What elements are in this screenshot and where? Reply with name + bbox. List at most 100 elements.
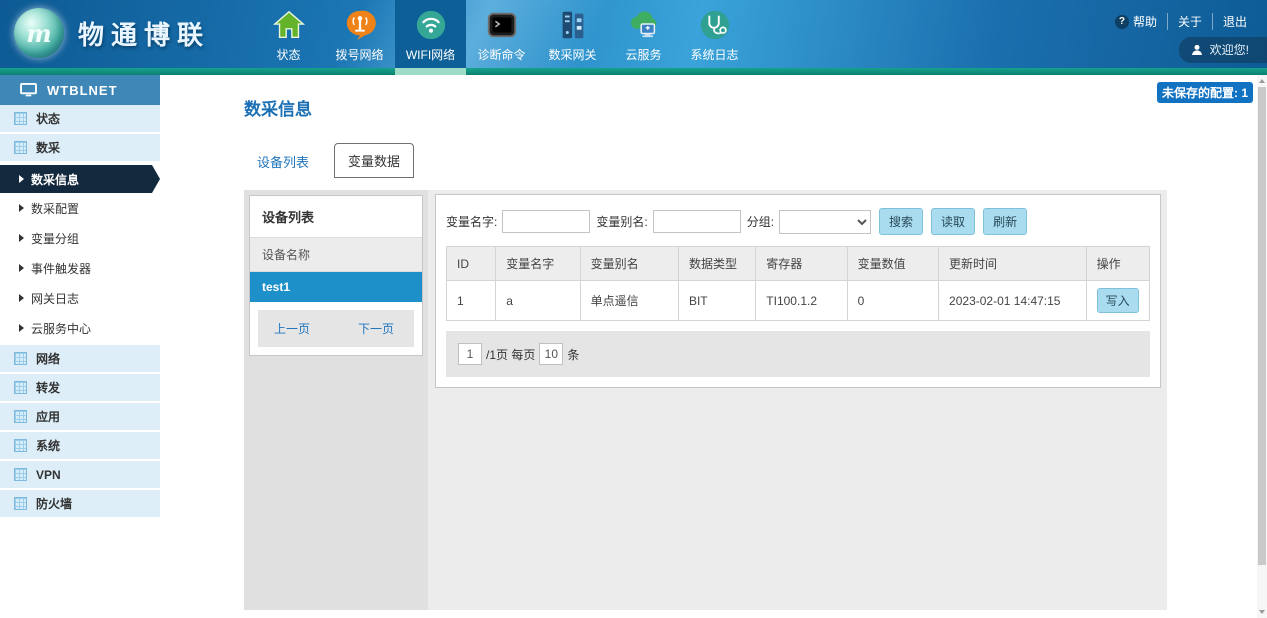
page-title: 数采信息 [244, 95, 1267, 120]
submenu-item-cloud-center[interactable]: 云服务中心 [0, 313, 160, 343]
nav-data-gateway[interactable]: 数采网关 [537, 0, 608, 68]
welcome-user-pill[interactable]: 欢迎您! [1179, 37, 1267, 63]
submenu-item-event-trigger[interactable]: 事件触发器 [0, 253, 160, 283]
sidebar-item-application[interactable]: 应用 [0, 403, 160, 430]
nav-cloud-service[interactable]: 云服务 [608, 0, 679, 68]
variable-alias-label: 变量别名: [596, 213, 647, 230]
sidebar-item-data-acquisition[interactable]: 数采 [0, 134, 160, 161]
sidebar-item-label: 应用 [36, 408, 60, 425]
help-label: 帮助 [1133, 13, 1157, 30]
device-list-panel: 设备列表 设备名称 test1 上一页 下一页 [249, 195, 423, 356]
unsaved-config-badge: 未保存的配置: 1 [1157, 82, 1253, 103]
sidebar-item-label: VPN [36, 468, 61, 482]
submenu-item-data-info[interactable]: 数采信息 [0, 165, 160, 193]
logout-link[interactable]: 退出 [1212, 13, 1257, 30]
submenu-item-label: 云服务中心 [31, 320, 91, 337]
sidebar-item-label: 系统 [36, 437, 60, 454]
question-icon: ? [1115, 15, 1129, 29]
search-button[interactable]: 搜索 [879, 208, 923, 235]
scroll-down-icon[interactable] [1259, 610, 1265, 614]
sidebar: WTBLNET 状态 数采 数采信息 数采配置 变量分组 [0, 75, 160, 618]
scroll-up-icon[interactable] [1259, 79, 1265, 83]
col-variable-name: 变量名字 [496, 247, 580, 281]
user-icon [1191, 44, 1203, 56]
write-button[interactable]: 写入 [1097, 288, 1139, 313]
about-link[interactable]: 关于 [1167, 13, 1212, 30]
device-name-column-header: 设备名称 [250, 238, 422, 272]
wifi-icon [413, 7, 449, 43]
submenu-item-data-config[interactable]: 数采配置 [0, 193, 160, 223]
arrow-right-icon [19, 204, 24, 212]
read-button[interactable]: 读取 [931, 208, 975, 235]
cell-action: 写入 [1086, 281, 1149, 321]
main-nav: 状态 拨号网络 [253, 0, 750, 68]
sidebar-title-label: WTBLNET [47, 83, 118, 98]
sidebar-item-label: 网络 [36, 350, 60, 367]
group-select[interactable] [779, 210, 871, 234]
grid-icon [14, 381, 27, 394]
tab-content: 设备列表 设备名称 test1 上一页 下一页 变量名字: 变量别名: [244, 190, 1167, 610]
scrollbar-thumb[interactable] [1258, 87, 1266, 565]
refresh-button[interactable]: 刷新 [983, 208, 1027, 235]
nav-label: 拨号网络 [335, 46, 383, 63]
variable-alias-input[interactable] [653, 210, 741, 233]
cell-data-type: BIT [678, 281, 755, 321]
logo-globe-icon: m [14, 8, 64, 58]
tab-device-list[interactable]: 设备列表 [244, 145, 322, 178]
dial-network-icon [342, 7, 378, 43]
page-size-input[interactable] [539, 343, 563, 365]
device-panel-title: 设备列表 [250, 196, 422, 238]
grid-icon [14, 468, 27, 481]
submenu-item-label: 变量分组 [31, 230, 79, 247]
next-page-link[interactable]: 下一页 [352, 320, 400, 337]
sidebar-item-forwarding[interactable]: 转发 [0, 374, 160, 401]
grid-icon [14, 352, 27, 365]
grid-icon [14, 497, 27, 510]
nav-status[interactable]: 状态 [253, 0, 324, 68]
nav-system-log[interactable]: 系统日志 [679, 0, 750, 68]
cell-variable-alias: 单点遥信 [580, 281, 678, 321]
nav-label: 诊断命令 [477, 46, 525, 63]
device-row-test1[interactable]: test1 [250, 272, 422, 302]
main-content: 未保存的配置: 1 数采信息 设备列表 变量数据 设备列表 设备名称 test1… [160, 75, 1267, 618]
arrow-right-icon [19, 175, 24, 183]
welcome-label: 欢迎您! [1210, 41, 1249, 58]
arrow-right-icon [19, 264, 24, 272]
submenu-item-gateway-log[interactable]: 网关日志 [0, 283, 160, 313]
stethoscope-icon [697, 7, 733, 43]
variable-name-input[interactable] [502, 210, 590, 233]
submenu-item-label: 数采配置 [31, 200, 79, 217]
arrow-right-icon [19, 234, 24, 242]
sidebar-item-network[interactable]: 网络 [0, 345, 160, 372]
nav-diagnostic-command[interactable]: 诊断命令 [466, 0, 537, 68]
cell-variable-value: 0 [847, 281, 938, 321]
tab-variable-data[interactable]: 变量数据 [334, 143, 414, 178]
sidebar-device-title: WTBLNET [0, 75, 160, 105]
prev-page-link[interactable]: 上一页 [268, 320, 316, 337]
sidebar-item-firewall[interactable]: 防火墙 [0, 490, 160, 517]
vertical-scrollbar[interactable] [1257, 75, 1267, 618]
logo-text: 物通博联 [78, 15, 210, 52]
top-links: ? 帮助 关于 退出 [1105, 13, 1257, 30]
help-link[interactable]: ? 帮助 [1105, 13, 1167, 30]
arrow-right-icon [19, 294, 24, 302]
col-update-time: 更新时间 [939, 247, 1087, 281]
table-header-row: ID 变量名字 变量别名 数据类型 寄存器 变量数值 更新时间 操作 [447, 247, 1150, 281]
sidebar-item-system[interactable]: 系统 [0, 432, 160, 459]
cell-variable-name: a [496, 281, 580, 321]
sidebar-submenu: 数采信息 数采配置 变量分组 事件触发器 网关日志 云服务中心 [0, 163, 160, 345]
group-label: 分组: [747, 213, 774, 230]
grid-icon [14, 141, 27, 154]
tab-bar: 设备列表 变量数据 [244, 143, 1267, 178]
sidebar-item-status[interactable]: 状态 [0, 105, 160, 132]
nav-label: 云服务 [625, 46, 661, 63]
submenu-item-label: 网关日志 [31, 290, 79, 307]
variable-data-panel: 变量名字: 变量别名: 分组: 搜索 读取 刷新 [435, 194, 1161, 388]
submenu-item-variable-group[interactable]: 变量分组 [0, 223, 160, 253]
page-number-input[interactable] [458, 343, 482, 365]
nav-dial-network[interactable]: 拨号网络 [324, 0, 395, 68]
brand-logo: m 物通博联 [14, 8, 210, 58]
sidebar-item-vpn[interactable]: VPN [0, 461, 160, 488]
nav-label: WIFI网络 [406, 46, 455, 63]
nav-wifi-network[interactable]: WIFI网络 [395, 0, 466, 68]
